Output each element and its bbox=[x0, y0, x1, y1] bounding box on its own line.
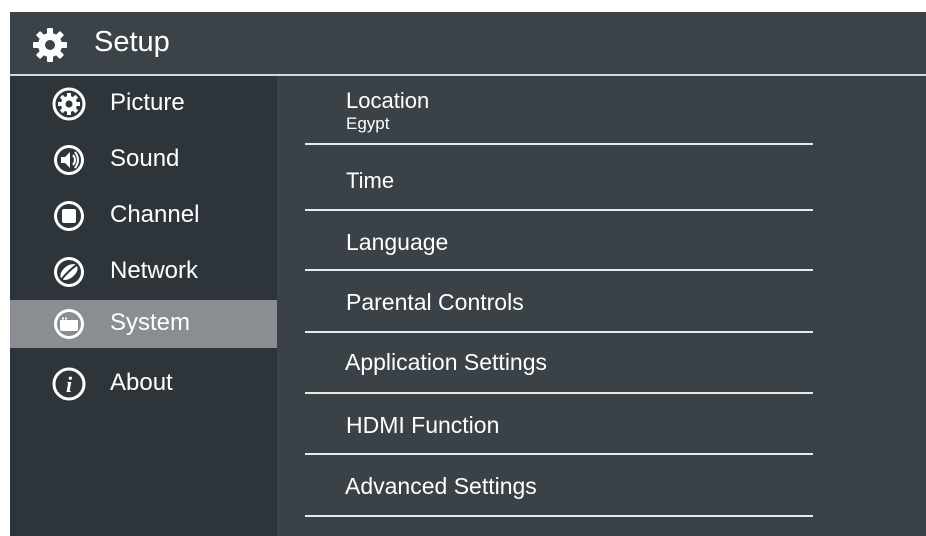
network-icon bbox=[54, 257, 84, 287]
sidebar-item-about[interactable]: i About bbox=[10, 360, 277, 408]
setup-window: Setup Picture Sound Channel Network Syst… bbox=[10, 12, 926, 536]
sidebar-item-network[interactable]: Network bbox=[10, 248, 277, 296]
menu-item-location[interactable]: Location Egypt bbox=[305, 76, 813, 146]
menu-item-advanced-settings[interactable]: Advanced Settings bbox=[305, 456, 813, 518]
gear-icon bbox=[33, 28, 67, 62]
menu-item-label: Location bbox=[346, 88, 430, 113]
location-value: Egypt bbox=[346, 114, 390, 133]
menu-item-language[interactable]: Language bbox=[305, 212, 813, 272]
menu-divider bbox=[305, 331, 813, 333]
sidebar-item-picture[interactable]: Picture bbox=[10, 80, 277, 128]
menu-item-label: Parental Controls bbox=[346, 289, 524, 315]
sidebar-item-sound[interactable]: Sound bbox=[10, 136, 277, 184]
sidebar-item-label: Picture bbox=[110, 89, 185, 116]
menu-divider bbox=[305, 453, 813, 455]
menu-item-hdmi-function[interactable]: HDMI Function bbox=[305, 395, 813, 456]
info-icon: i bbox=[52, 367, 86, 401]
header-bar: Setup bbox=[10, 12, 926, 74]
sidebar-item-label: About bbox=[110, 369, 173, 396]
menu-item-parental-controls[interactable]: Parental Controls bbox=[305, 272, 813, 334]
sidebar-item-label: Sound bbox=[110, 145, 180, 172]
sidebar-item-label: Network bbox=[110, 257, 199, 284]
speaker-icon bbox=[54, 145, 84, 175]
menu-item-label: HDMI Function bbox=[346, 412, 500, 438]
sidebar-item-system[interactable]: System bbox=[10, 300, 277, 348]
menu-divider bbox=[305, 209, 813, 211]
sidebar-item-label: System bbox=[110, 309, 191, 336]
sidebar: Picture Sound Channel Network System i A… bbox=[10, 76, 277, 536]
menu-divider bbox=[305, 269, 813, 271]
menu-divider bbox=[305, 392, 813, 394]
menu-divider bbox=[305, 143, 813, 145]
menu-divider bbox=[305, 515, 813, 517]
system-icon bbox=[54, 309, 84, 339]
menu-item-label: Language bbox=[346, 229, 449, 255]
menu-item-label: Application Settings bbox=[345, 349, 548, 375]
menu-item-time[interactable]: Time bbox=[305, 146, 813, 212]
channel-icon bbox=[54, 201, 84, 231]
svg-text:i: i bbox=[66, 372, 73, 397]
sidebar-item-label: Channel bbox=[110, 201, 200, 228]
menu-item-label: Advanced Settings bbox=[345, 473, 537, 499]
menu-item-label: Time bbox=[346, 168, 395, 193]
menu-item-application-settings[interactable]: Application Settings bbox=[305, 334, 813, 395]
page-title: Setup bbox=[94, 26, 170, 58]
picture-icon bbox=[52, 87, 86, 121]
sidebar-item-channel[interactable]: Channel bbox=[10, 192, 277, 240]
